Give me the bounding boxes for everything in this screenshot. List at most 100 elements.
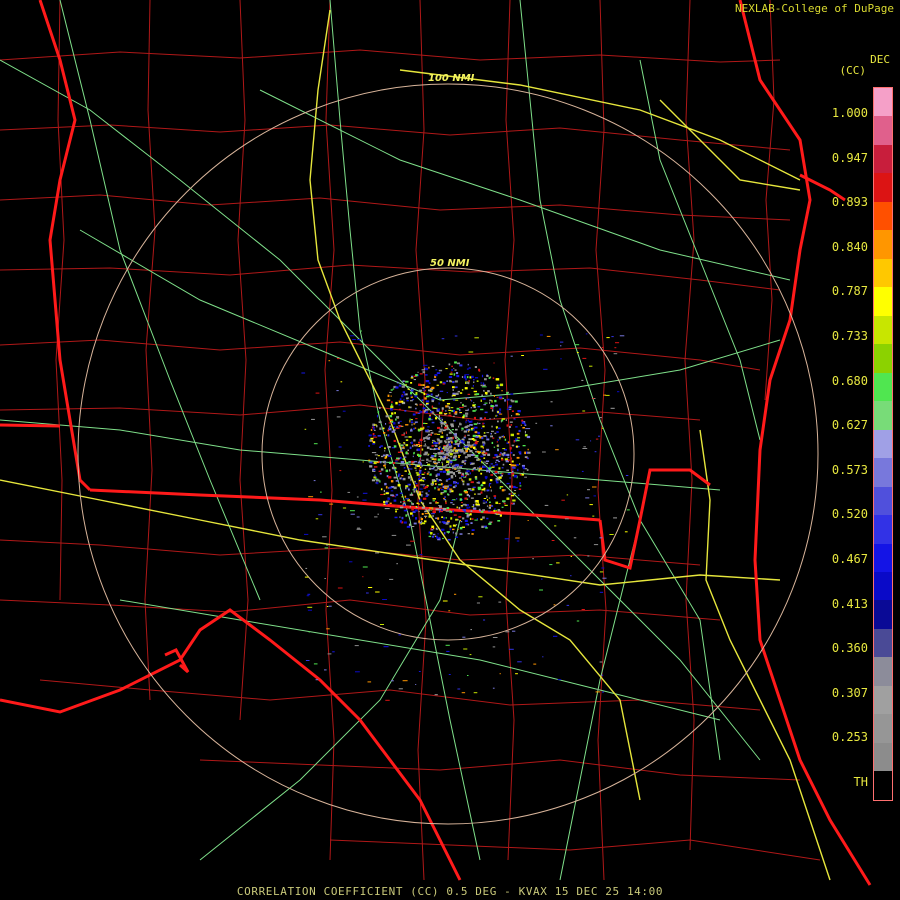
radar-echo — [418, 470, 422, 472]
radar-echo — [397, 421, 400, 424]
radar-echo — [399, 398, 402, 400]
radar-echo — [369, 465, 373, 468]
radar-echo — [482, 481, 486, 485]
radar-echo — [466, 470, 470, 473]
radar-echo — [383, 493, 386, 495]
radar-echo — [484, 417, 486, 420]
radar-echo — [464, 491, 468, 494]
radar-echo — [602, 577, 607, 579]
radar-echo — [424, 468, 427, 470]
radar-echo — [435, 535, 438, 538]
radar-echo — [394, 505, 398, 508]
radar-echo — [497, 410, 499, 414]
radar-echo — [557, 679, 561, 681]
radar-echo — [389, 391, 392, 393]
radar-echo — [539, 334, 543, 336]
radar-echo — [458, 493, 463, 496]
radar-echo — [486, 489, 490, 492]
radar-echo — [457, 688, 461, 690]
radar-echo — [433, 466, 436, 468]
radar-echo — [480, 472, 483, 475]
color-scale-segment — [874, 458, 892, 487]
radar-echo — [503, 436, 505, 439]
radar-echo — [435, 483, 437, 485]
radar-echo — [441, 338, 445, 340]
radar-echo — [458, 454, 461, 456]
radar-echo — [491, 409, 494, 412]
radar-echo — [398, 443, 401, 445]
radar-echo — [484, 391, 488, 395]
radar-echo — [391, 412, 394, 415]
radar-echo — [484, 378, 487, 381]
radar-echo — [328, 360, 331, 362]
radar-echo — [452, 452, 455, 454]
radar-echo — [482, 516, 485, 519]
radar-echo — [455, 475, 457, 477]
radar-echo — [434, 694, 438, 696]
radar-echo — [390, 408, 393, 411]
radar-echo — [417, 461, 422, 464]
radar-echo — [464, 519, 468, 522]
radar-echo — [416, 502, 419, 504]
radar-echo — [385, 486, 388, 489]
radar-echo — [436, 486, 439, 488]
radar-echo — [442, 600, 448, 602]
radar-echo — [449, 437, 453, 440]
radar-echo — [467, 419, 469, 422]
radar-echo — [443, 497, 445, 499]
radar-echo — [484, 411, 488, 414]
radar-echo — [426, 473, 429, 475]
radar-echo — [370, 437, 374, 440]
radar-echo — [427, 463, 431, 466]
radar-echo — [570, 555, 572, 557]
radar-echo — [489, 401, 491, 404]
radar-echo — [390, 389, 393, 391]
radar-echo — [412, 462, 415, 464]
color-scale-segment — [874, 742, 892, 772]
radar-echo — [417, 371, 419, 373]
radar-echo — [606, 337, 610, 339]
radar-echo — [432, 431, 434, 434]
radar-echo — [521, 464, 525, 467]
radar-echo — [415, 407, 417, 410]
radar-echo — [399, 492, 403, 494]
radar-echo — [469, 513, 472, 516]
radar-echo — [418, 520, 420, 523]
color-scale-segment — [874, 771, 892, 800]
radar-echo — [501, 474, 503, 477]
radar-echo — [453, 481, 457, 484]
radar-echo — [395, 510, 397, 513]
radar-echo — [502, 448, 506, 450]
radar-echo — [461, 479, 463, 481]
radar-echo — [421, 522, 426, 525]
radar-echo — [369, 461, 373, 464]
radar-echo — [473, 379, 475, 381]
radar-echo — [585, 497, 590, 499]
radar-echo — [486, 432, 490, 434]
radar-echo — [414, 427, 417, 429]
radar-echo — [446, 433, 448, 437]
radar-echo — [404, 410, 407, 412]
radar-echo — [509, 447, 512, 450]
radar-echo — [431, 479, 436, 482]
radar-echo — [462, 509, 466, 511]
radar-echo — [518, 494, 520, 496]
radar-echo — [425, 403, 428, 405]
radar-echo — [440, 487, 442, 489]
radar-echo — [532, 558, 534, 560]
radar-echo — [461, 376, 463, 378]
radar-echo — [510, 393, 514, 395]
radar-echo — [482, 425, 485, 428]
radar-echo — [455, 536, 459, 538]
radar-echo — [480, 455, 484, 458]
radar-echo — [414, 488, 417, 491]
radar-echo — [378, 421, 382, 423]
radar-echo — [402, 458, 404, 461]
radar-echo — [304, 533, 309, 535]
radar-echo — [376, 482, 379, 485]
radar-echo — [494, 432, 497, 434]
color-scale-tick: 0.520 — [831, 507, 868, 522]
radar-echo — [460, 520, 463, 523]
radar-echo — [512, 499, 516, 502]
radar-echo — [509, 464, 512, 465]
